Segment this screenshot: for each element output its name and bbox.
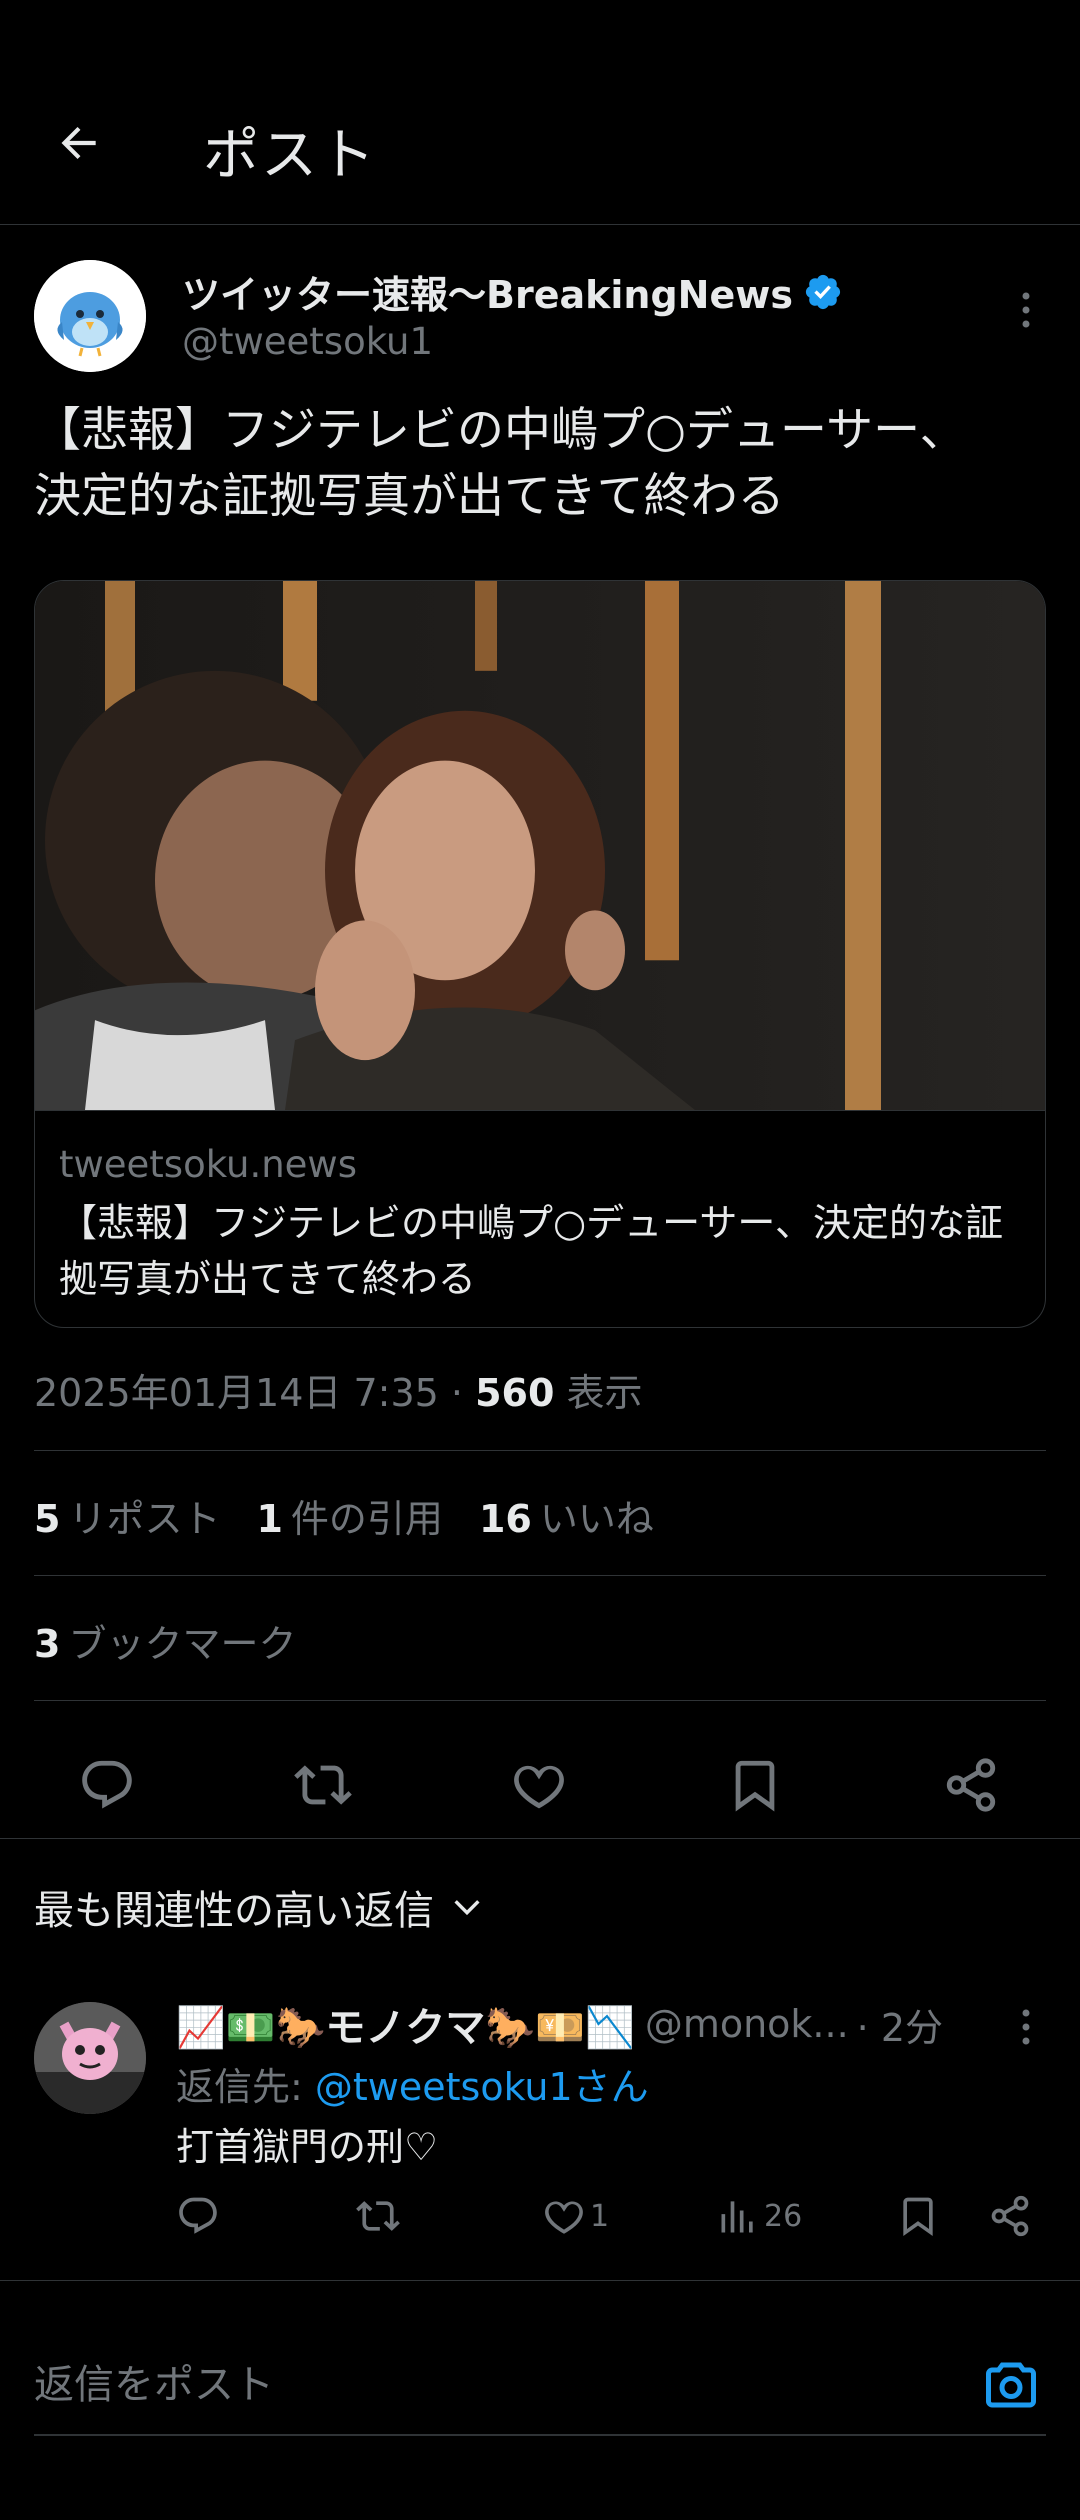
quotes-stat[interactable]: 1 件の引用 (256, 1488, 442, 1543)
back-button[interactable] (44, 108, 114, 178)
author-handle[interactable]: @tweetsoku1 (182, 320, 433, 363)
repost-button[interactable] (278, 1740, 368, 1830)
author-display-name[interactable]: ツイッター速報〜BreakingNews (182, 264, 793, 319)
more-options-button[interactable] (1006, 280, 1046, 340)
quotes-count: 1 (256, 1497, 283, 1541)
more-vertical-icon (1022, 2009, 1030, 2045)
bird-avatar-icon (34, 260, 146, 372)
reply-to-mention[interactable]: @tweetsoku1さん (315, 2065, 649, 2109)
post-text: 【悲報】フジテレビの中嶋プ○デューサー、 決定的な証拠写真が出てきて終わる (34, 398, 1054, 530)
arrow-left-icon (61, 126, 96, 160)
share-icon (991, 2195, 1029, 2237)
reply-views-button[interactable]: 26 (716, 2188, 802, 2244)
heart-icon (545, 2201, 583, 2234)
post-action-bar (0, 1730, 1080, 1840)
reply-view-count: 26 (764, 2198, 803, 2234)
post-datetime[interactable]: 2025年01月14日 7:35 (34, 1371, 439, 1415)
monokuma-avatar-icon (34, 2002, 146, 2114)
reply-header: 📈💵🐎モノクマ🐎💴📉 @monok... · 2分 (176, 1996, 1046, 2052)
like-button[interactable] (494, 1740, 584, 1830)
link-card[interactable]: tweetsoku.news 【悲報】フジテレビの中嶋プ○デューサー、決定的な証… (34, 580, 1046, 1328)
card-title: 【悲報】フジテレビの中嶋プ○デューサー、決定的な証拠写真が出てきて終わる (59, 1201, 1004, 1301)
likes-stat[interactable]: 16 いいね (479, 1488, 654, 1543)
reply-icon (179, 2197, 217, 2234)
likes-label: いいね (539, 1497, 654, 1541)
chevron-down-icon (454, 1900, 480, 1916)
quotes-label: 件の引用 (290, 1497, 443, 1541)
card-photo[interactable] (35, 581, 1046, 1111)
divider (0, 2280, 1080, 2281)
reply-display-name[interactable]: 📈💵🐎モノクマ🐎💴📉 (176, 1995, 635, 2053)
bookmarks-stat[interactable]: 3 ブックマーク (34, 1613, 296, 1668)
reply-composer (34, 2340, 1046, 2436)
reply-time[interactable]: · 2分 (857, 1997, 943, 2052)
reply-to-prefix: 返信先: (176, 2065, 315, 2109)
share-button[interactable] (926, 1740, 1016, 1830)
repost-icon (356, 2201, 400, 2231)
divider (0, 1838, 1080, 1839)
divider (34, 1700, 1046, 1701)
repost-icon (294, 1765, 352, 1805)
post-text-line: 決定的な証拠写真が出てきて終わる (34, 469, 785, 524)
post-author: ツイッター速報〜BreakingNews @tweetsoku1 (34, 258, 1046, 378)
reply-more-button[interactable] (1006, 2002, 1046, 2052)
reply-action-bar: 1 26 (176, 2188, 1046, 2244)
reply-like-button[interactable]: 1 (542, 2188, 609, 2244)
bookmark-icon (735, 1760, 775, 1812)
more-vertical-icon (1022, 292, 1030, 328)
reply-handle[interactable]: @monok... (645, 2002, 849, 2046)
reposts-stat[interactable]: 5 リポスト (34, 1488, 220, 1543)
avatar[interactable] (34, 260, 146, 372)
replies-sort-label: 最も関連性の高い返信 (34, 1888, 434, 1934)
card-domain: tweetsoku.news (59, 1143, 357, 1186)
engagement-stats: 5 リポスト 1 件の引用 16 いいね (34, 1488, 654, 1543)
meta-separator: · (438, 1371, 476, 1415)
reply-item[interactable]: 📈💵🐎モノクマ🐎💴📉 @monok... · 2分 返信先: @tweetsok… (34, 1996, 1046, 2256)
reply-like-count: 1 (590, 2198, 610, 2234)
reply-text: 打首獄門の刑♡ (176, 2125, 439, 2169)
verified-badge-icon (805, 274, 841, 309)
post-text-line: 【悲報】フジテレビの中嶋プ○デューサー、 (34, 403, 967, 458)
reply-icon (82, 1760, 132, 1809)
top-app-bar: ポスト (0, 0, 1080, 225)
reposts-label: リポスト (68, 1497, 221, 1541)
bookmarks-count: 3 (34, 1622, 61, 1666)
author-name-row[interactable]: ツイッター速報〜BreakingNews (182, 264, 843, 319)
replies-sort-dropdown[interactable]: 最も関連性の高い返信 (34, 1878, 484, 1936)
analytics-icon (721, 2201, 753, 2233)
bookmarks-label: ブックマーク (68, 1622, 297, 1666)
bookmark-icon (903, 2197, 933, 2237)
page-title: ポスト (203, 123, 377, 188)
reply-button[interactable] (62, 1740, 152, 1830)
heart-icon (514, 1765, 564, 1809)
bookmark-button[interactable] (710, 1740, 800, 1830)
camera-icon (986, 2362, 1036, 2408)
views-count: 560 (475, 1371, 555, 1415)
reply-bookmark-button[interactable] (896, 2188, 940, 2244)
post-timestamp-views: 2025年01月14日 7:35 · 560 表示 (34, 1362, 643, 1417)
reply-share-button[interactable] (988, 2188, 1032, 2244)
reply-repost-button[interactable] (356, 2188, 400, 2244)
reposts-count: 5 (34, 1497, 61, 1541)
share-icon (946, 1758, 996, 1812)
divider (34, 1575, 1046, 1576)
avatar[interactable] (34, 2002, 146, 2114)
reply-input[interactable] (34, 2340, 934, 2430)
camera-button[interactable] (976, 2350, 1046, 2420)
reply-reply-button[interactable] (176, 2188, 220, 2244)
reply-to-line: 返信先: @tweetsoku1さん (176, 2056, 649, 2111)
likes-count: 16 (478, 1497, 532, 1541)
divider (34, 1450, 1046, 1451)
views-label: 表示 (554, 1371, 643, 1415)
